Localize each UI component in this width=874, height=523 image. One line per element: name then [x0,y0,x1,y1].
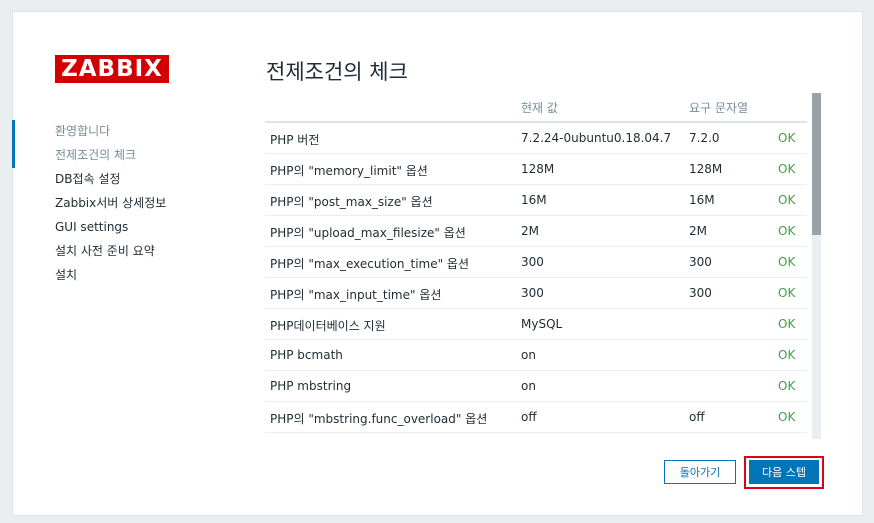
prerequisites-table: 현재 값 요구 문자열 PHP 버전 7.2.24-0ubuntu0.18.04.… [265,93,821,439]
step-gui-settings: GUI settings [55,220,129,234]
table-row: PHP bcmath on OK [265,340,807,371]
status-ok: OK [778,317,796,331]
requirement-name: PHP의 "max_execution_time" 옵션 [270,257,470,271]
status-ok: OK [778,193,796,207]
current-value: 128M [521,162,555,176]
required-value: 16M [689,193,715,207]
zabbix-logo: ZABBIX [55,55,169,83]
required-value: 128M [689,162,723,176]
current-value: on [521,379,536,393]
step-prerequisites: 전제조건의 체크 [55,148,137,162]
current-value: 2M [521,224,539,238]
current-value: off [521,410,537,424]
setup-steps-list: 환영합니다 전제조건의 체크 DB접속 설정 Zabbix서버 상세정보 GUI… [0,121,240,289]
step-install: 설치 [55,268,78,282]
requirement-name: PHP데이터베이스 지원 [270,319,386,333]
requirement-name: PHP의 "post_max_size" 옵션 [270,195,433,209]
table-scrollbar[interactable] [812,93,821,439]
requirement-name: PHP mbstring [270,379,352,393]
status-ok: OK [778,410,796,424]
status-ok: OK [778,379,796,393]
requirement-name: PHP의 "upload_max_filesize" 옵션 [270,226,466,240]
table-row: PHP mbstring on OK [265,371,807,402]
table-row: PHP의 "upload_max_filesize" 옵션 2M 2M OK [265,216,807,247]
header-current-value: 현재 값 [521,101,558,115]
requirement-name: PHP의 "mbstring.func_overload" 옵션 [270,412,488,426]
table-row: PHP의 "post_max_size" 옵션 16M 16M OK [265,185,807,216]
table-row: PHP의 "max_input_time" 옵션 300 300 OK [265,278,807,309]
table-row: PHP데이터베이스 지원 MySQL OK [265,309,807,340]
table-row: PHP의 "max_execution_time" 옵션 300 300 OK [265,247,807,278]
status-ok: OK [778,348,796,362]
required-value: off [689,410,705,424]
status-ok: OK [778,131,796,145]
requirement-name: PHP의 "max_input_time" 옵션 [270,288,442,302]
requirement-name: PHP의 "memory_limit" 옵션 [270,164,428,178]
step-summary: 설치 사전 준비 요약 [55,244,155,258]
step-server-details: Zabbix서버 상세정보 [55,196,167,210]
table-row: PHP의 "mbstring.func_overload" 옵션 off off OK [265,402,807,433]
current-value: on [521,348,536,362]
back-button[interactable]: 돌아가기 [664,460,736,484]
required-value: 7.2.0 [689,131,720,145]
status-ok: OK [778,224,796,238]
required-value: 300 [689,255,712,269]
header-required: 요구 문자열 [689,101,749,115]
table-row: PHP 버전 7.2.24-0ubuntu0.18.04.7 7.2.0 OK [265,123,807,154]
page-title: 전제조건의 체크 [266,60,408,84]
required-value: 300 [689,286,712,300]
table-row: PHP의 "memory_limit" 옵션 128M 128M OK [265,154,807,185]
current-value: 7.2.24-0ubuntu0.18.04.7 [521,131,672,145]
current-value: MySQL [521,317,563,331]
required-value: 2M [689,224,707,238]
current-value: 16M [521,193,547,207]
step-welcome: 환영합니다 [55,124,111,138]
status-ok: OK [778,286,796,300]
current-value: 300 [521,255,544,269]
requirement-name: PHP bcmath [270,348,343,362]
next-step-button[interactable]: 다음 스텝 [749,460,819,484]
table-header: 현재 값 요구 문자열 [265,93,807,123]
step-db-connection: DB접속 설정 [55,172,121,186]
status-ok: OK [778,255,796,269]
requirement-name: PHP 버전 [270,133,320,147]
current-value: 300 [521,286,544,300]
status-ok: OK [778,162,796,176]
scrollbar-thumb[interactable] [812,93,821,235]
